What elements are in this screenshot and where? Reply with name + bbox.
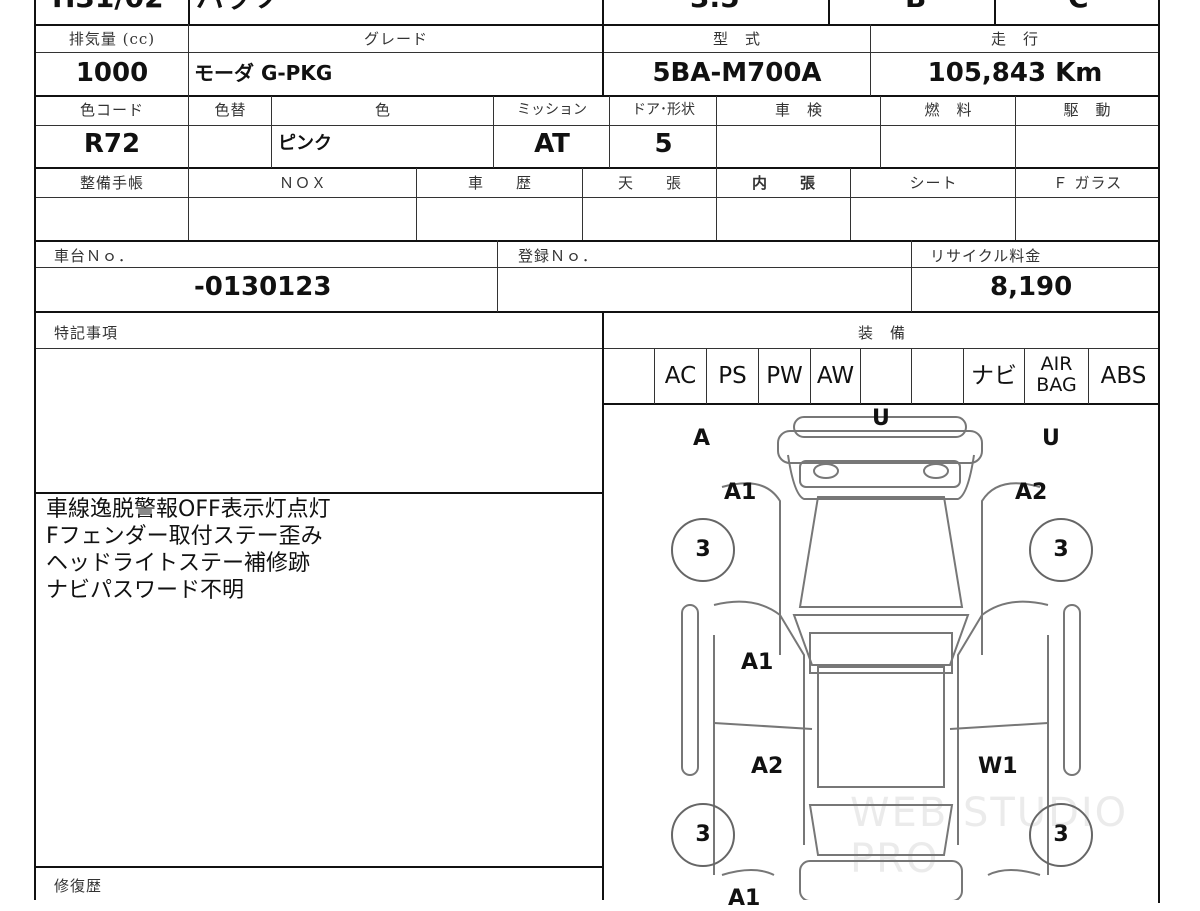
- mark-right-rear-door: W1: [978, 754, 1018, 779]
- tire-front-left: 3: [671, 518, 735, 582]
- door-label: ドア･形状: [632, 102, 695, 118]
- rule: [493, 96, 494, 168]
- rule: [34, 311, 1160, 313]
- rule: [34, 348, 1160, 349]
- registration-label: 登録Ｎｏ．: [518, 247, 599, 265]
- rule: [870, 24, 871, 96]
- rule: [34, 240, 1160, 242]
- equipment-label: 装 備: [857, 324, 906, 342]
- repair-history-label: 修復歴: [54, 877, 103, 895]
- color-change-label: 色替: [214, 101, 247, 119]
- rule: [850, 168, 851, 240]
- rule: [188, 24, 189, 96]
- equipment-pw: PW: [766, 363, 803, 389]
- rule: [188, 0, 190, 24]
- rule: [609, 96, 610, 168]
- equipment-blank-2: [912, 350, 963, 402]
- mark-left-fender: A1: [724, 480, 757, 505]
- rule: [716, 168, 717, 240]
- displacement-value: 1000: [75, 58, 149, 88]
- mark-front-left: A: [693, 426, 711, 451]
- rule: [1015, 96, 1016, 168]
- displacement-label: 排気量 (cc): [68, 30, 156, 48]
- rule: [34, 95, 1160, 97]
- seat-label: シート: [909, 174, 958, 192]
- rule: [880, 96, 881, 168]
- mission-value: AT: [534, 129, 570, 159]
- type-value: 5BA-M700A: [652, 58, 822, 88]
- equipment-abs: ABS: [1100, 363, 1147, 389]
- rule: [188, 96, 189, 168]
- color-label: 色: [374, 101, 391, 119]
- model-value: パッソ: [196, 0, 280, 18]
- notes-label: 特記事項: [54, 324, 119, 342]
- maintenance-label: 整備手帳: [79, 174, 144, 192]
- rule: [271, 96, 272, 168]
- equipment-airbag: AIR BAG: [1036, 353, 1077, 396]
- ceiling-label: 天 張: [617, 174, 682, 192]
- exterior-grade-value: C: [1068, 0, 1089, 18]
- drive-label: 駆 動: [1063, 101, 1112, 119]
- history-label: 車 歴: [467, 174, 532, 192]
- color-code-label: 色コード: [79, 101, 144, 119]
- recycle-label: リサイクル料金: [930, 247, 1042, 265]
- color-code-value: R72: [83, 129, 141, 159]
- interior-grade-value: B: [905, 0, 926, 18]
- interior-trim-label: 内 張: [751, 174, 816, 192]
- tire-rear-left: 3: [671, 803, 735, 867]
- rule: [1015, 168, 1016, 240]
- rule: [188, 168, 189, 240]
- mark-left-front-door: A1: [741, 650, 774, 675]
- date-value: H31/02: [52, 0, 164, 18]
- rule: [34, 866, 602, 868]
- equipment-ac: AC: [664, 363, 697, 389]
- nox-label: ＮＯＸ: [278, 174, 327, 192]
- grade-value: モーダ G-PKG: [194, 61, 333, 85]
- mark-front-bumper: U: [872, 406, 890, 431]
- mileage-label: 走 行: [990, 30, 1039, 48]
- rule: [34, 167, 1160, 169]
- score-value: 3.5: [690, 0, 740, 18]
- equipment-blank-1: [861, 350, 911, 402]
- mission-label: ミッション: [517, 102, 587, 118]
- rule: [911, 240, 912, 312]
- equipment-ps: PS: [718, 363, 747, 389]
- rule: [716, 96, 717, 168]
- inspection-label: 車 検: [774, 101, 823, 119]
- rule: [416, 168, 417, 240]
- equipment-navi: ナビ: [971, 363, 1017, 389]
- equipment-aw: AW: [816, 363, 855, 389]
- mark-left-rear-door: A2: [751, 754, 784, 779]
- mark-front-right: U: [1042, 426, 1060, 451]
- mileage-value: 105,843 Km: [927, 58, 1103, 88]
- tire-front-right: 3: [1029, 518, 1093, 582]
- rule: [34, 197, 1160, 198]
- mark-rear: A1: [728, 886, 761, 911]
- color-value: ピンク: [278, 133, 332, 154]
- rule: [497, 240, 498, 312]
- fglass-label: Ｆ ガラス: [1052, 174, 1123, 192]
- type-label: 型 式: [712, 30, 761, 48]
- rule: [34, 492, 602, 494]
- chassis-label: 車台Ｎｏ．: [54, 247, 135, 265]
- recycle-value: 8,190: [990, 272, 1073, 302]
- rule: [994, 0, 996, 24]
- mark-right-fender: A2: [1015, 480, 1048, 505]
- door-value: 5: [654, 129, 673, 159]
- auction-sheet: H31/02 パッソ 3.5 B C 排気量 (cc) グレード 型 式 走 行…: [0, 0, 1200, 911]
- rule: [34, 24, 1160, 26]
- chassis-value: -0130123: [194, 272, 332, 302]
- notes-text: 車線逸脱警報OFF表示灯点灯 Fフェンダー取付ステー歪み ヘッドライトステー補修…: [46, 497, 331, 603]
- grade-label: グレード: [363, 30, 428, 48]
- rule: [1158, 0, 1160, 903]
- rule: [828, 0, 830, 24]
- rule: [582, 168, 583, 240]
- watermark: WEB STUDIO PRO: [850, 790, 1129, 882]
- fuel-label: 燃 料: [924, 101, 973, 119]
